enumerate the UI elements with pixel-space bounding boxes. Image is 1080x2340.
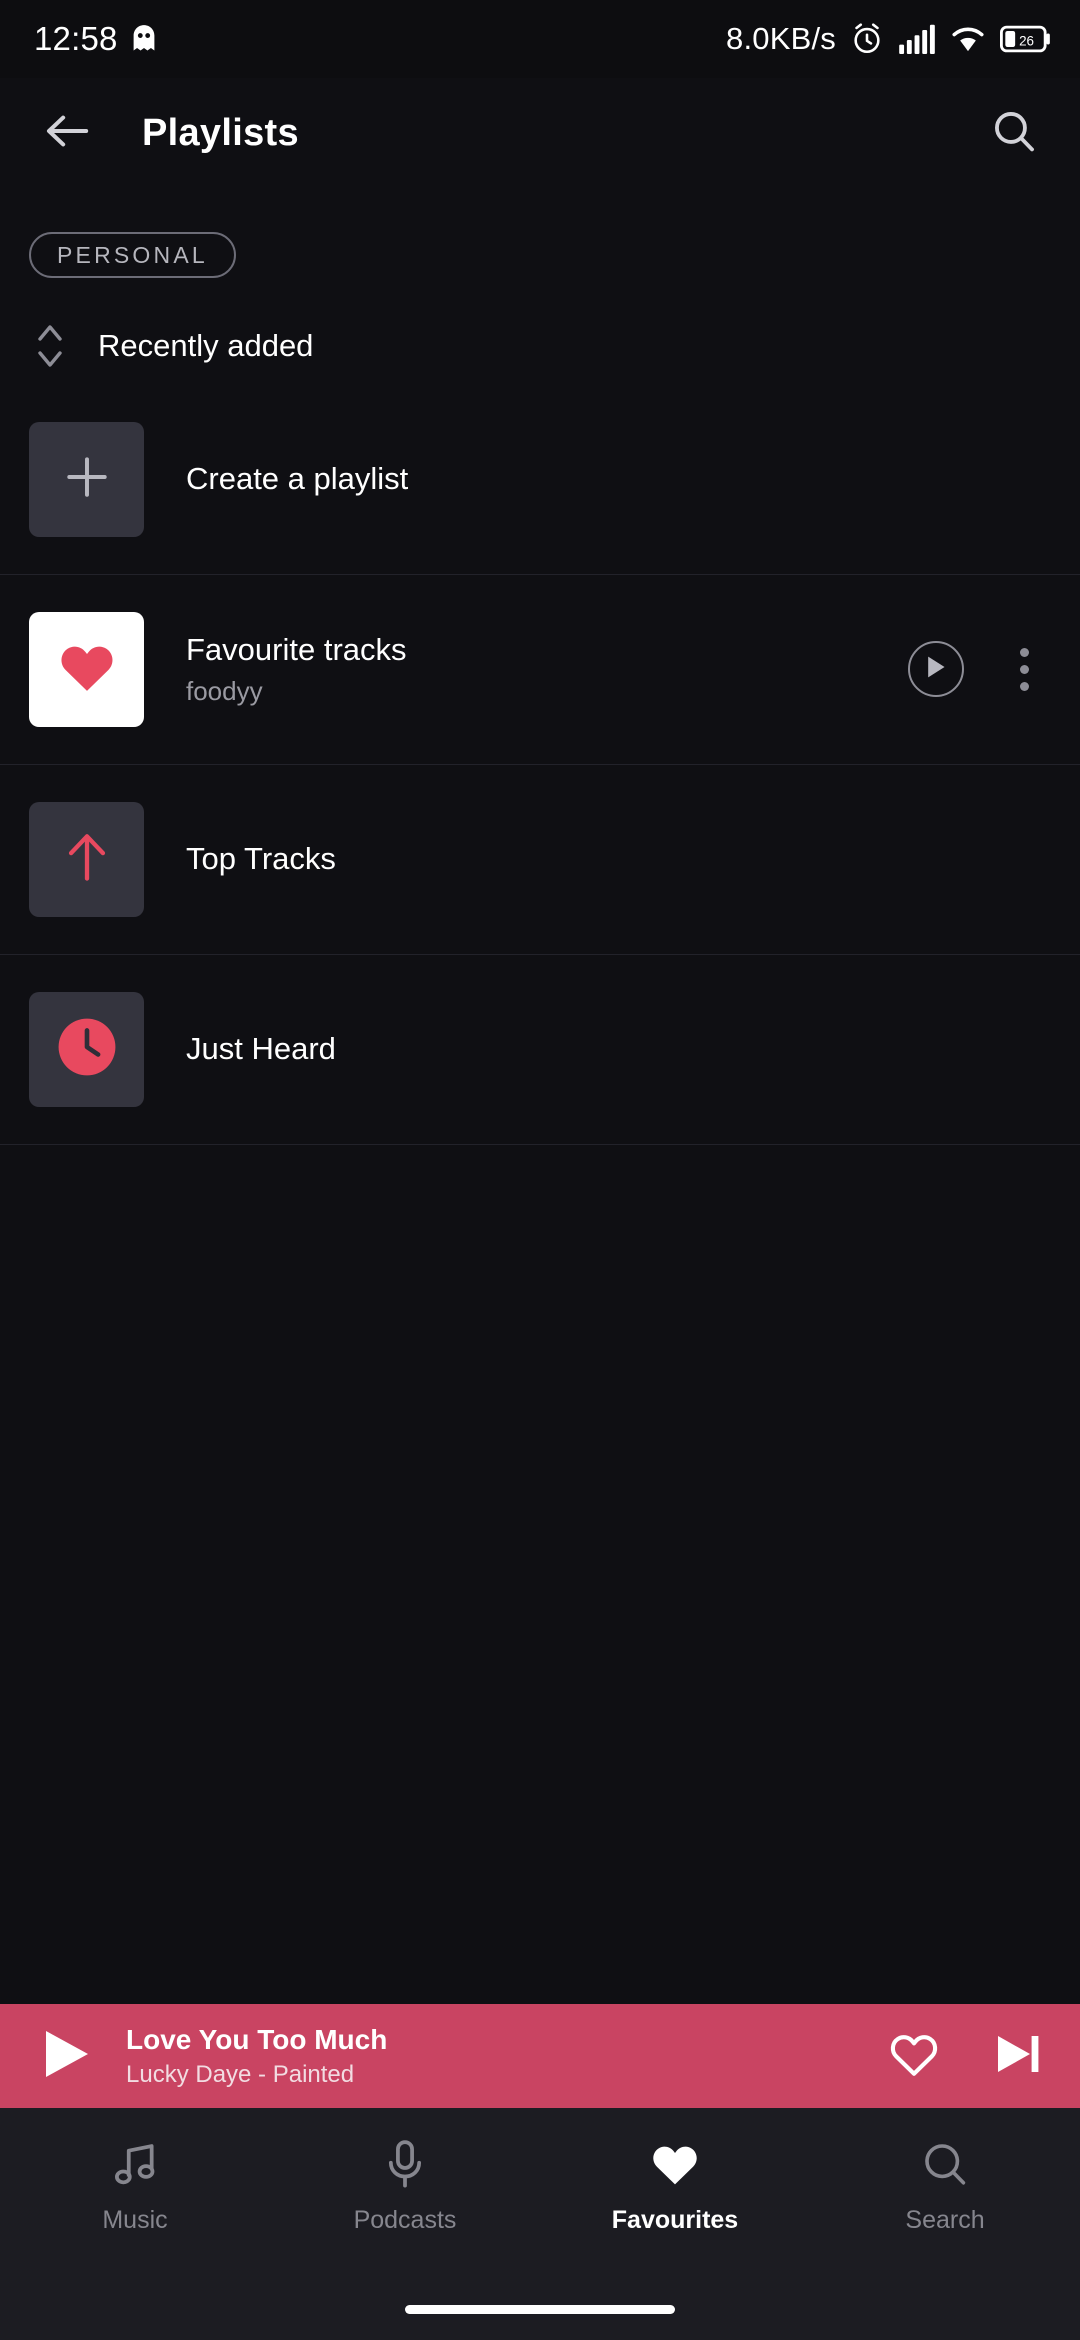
list-item[interactable]: Top Tracks: [0, 764, 1080, 954]
svg-text:26: 26: [1019, 33, 1034, 48]
search-icon: [991, 108, 1037, 159]
playlist-subtitle: foodyy: [186, 675, 263, 706]
playlist-title: Top Tracks: [186, 840, 336, 876]
list-item[interactable]: Favourite tracks foodyy: [0, 574, 1080, 764]
playlist-thumbnail: [29, 801, 144, 917]
now-playing-text: Love You Too Much Lucky Daye - Painted: [126, 2023, 888, 2090]
sort-row[interactable]: Recently added: [0, 278, 1080, 374]
list-item-text: Create a playlist: [186, 460, 1046, 499]
chip-label: PERSONAL: [57, 241, 208, 268]
signal-icon: [898, 24, 936, 54]
kebab-dot-icon: [1019, 647, 1029, 657]
search-button[interactable]: [982, 101, 1046, 165]
filter-chip-row: PERSONAL: [0, 188, 1080, 278]
sort-updown-icon[interactable]: [0, 320, 100, 372]
status-bar: 12:58 8.0KB/s 26: [0, 0, 1080, 78]
heart-icon: [56, 639, 118, 700]
clock-icon: [56, 1016, 118, 1083]
now-playing-title: Love You Too Much: [126, 2023, 388, 2055]
list-item-text: Favourite tracks foodyy: [186, 631, 908, 707]
wifi-icon: [950, 24, 986, 54]
status-time: 12:58: [34, 20, 118, 57]
list-item-actions: [908, 641, 1046, 697]
heart-filled-icon: [649, 2138, 701, 2190]
playlist-list: Create a playlist Favourite tracks foody…: [0, 384, 1080, 1145]
nav-label: Podcasts: [353, 2206, 457, 2234]
nav-label: Search: [905, 2206, 985, 2234]
nav-label: Favourites: [611, 2206, 739, 2234]
arrow-left-icon: [44, 111, 90, 156]
alarm-icon: [850, 22, 884, 56]
nav-item-music[interactable]: Music: [0, 2138, 270, 2235]
app-bar: Playlists: [0, 78, 1080, 188]
list-item-text: Top Tracks: [186, 840, 1046, 879]
nav-label: Music: [102, 2206, 168, 2234]
playlist-thumbnail: [29, 991, 144, 1107]
now-playing-subtitle: Lucky Daye - Painted: [126, 2061, 355, 2089]
playlist-title: Favourite tracks: [186, 632, 407, 668]
battery-icon: 26: [1000, 25, 1050, 53]
search-icon: [921, 2138, 969, 2190]
skip-next-icon[interactable]: [992, 2028, 1044, 2085]
play-button[interactable]: [908, 641, 964, 697]
back-button[interactable]: [36, 102, 98, 164]
play-icon: [40, 2027, 92, 2086]
arrow-up-icon: [62, 829, 112, 890]
play-icon: [924, 654, 948, 685]
sort-label: Recently added: [98, 328, 314, 363]
chip-personal[interactable]: PERSONAL: [29, 232, 236, 278]
overflow-menu-button[interactable]: [1002, 641, 1046, 697]
playlist-thumbnail: [29, 421, 144, 537]
home-indicator: [405, 2305, 675, 2314]
nav-item-search[interactable]: Search: [810, 2138, 1080, 2235]
ghost-icon: [130, 24, 158, 54]
playlist-title: Just Heard: [186, 1030, 336, 1066]
playlist-thumbnail: [29, 611, 144, 727]
now-playing-play-button[interactable]: [40, 2027, 102, 2086]
network-speed: 8.0KB/s: [726, 21, 836, 56]
kebab-dot-icon: [1019, 681, 1029, 691]
bottom-navigation: Music Podcasts Favourites Search: [0, 2108, 1080, 2340]
now-playing-actions: [888, 2028, 1044, 2085]
music-note-icon: [110, 2138, 160, 2190]
kebab-dot-icon: [1019, 664, 1029, 674]
list-item[interactable]: Just Heard: [0, 954, 1080, 1144]
status-bar-right: 8.0KB/s 26: [726, 21, 1050, 57]
now-playing-bar[interactable]: Love You Too Much Lucky Daye - Painted: [0, 2004, 1080, 2108]
status-bar-left: 12:58: [34, 20, 158, 58]
list-item[interactable]: Create a playlist: [0, 384, 1080, 574]
nav-item-favourites[interactable]: Favourites: [540, 2138, 810, 2235]
nav-item-podcasts[interactable]: Podcasts: [270, 2138, 540, 2235]
page-title: Playlists: [142, 111, 299, 154]
microphone-icon: [382, 2138, 428, 2190]
plus-icon: [62, 452, 112, 507]
list-item-text: Just Heard: [186, 1030, 1046, 1069]
playlist-title: Create a playlist: [186, 460, 409, 496]
heart-outline-icon[interactable]: [888, 2030, 940, 2083]
